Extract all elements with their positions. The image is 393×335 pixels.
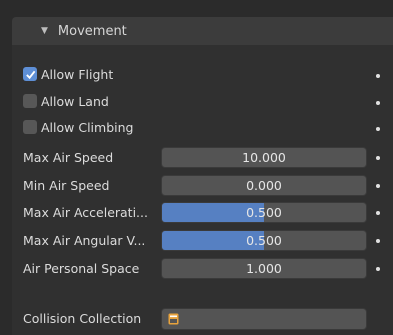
max-air-angular-velocity-slider[interactable]: 0.500 [161, 230, 367, 251]
field-value: 10.000 [242, 150, 286, 165]
field-value: 0.500 [246, 233, 282, 248]
min-air-speed-row: Min Air Speed 0.000 [12, 175, 393, 197]
collision-collection-field[interactable] [161, 308, 367, 330]
field-value: 0.500 [246, 205, 282, 220]
collision-collection-row: Collision Collection [12, 308, 393, 330]
max-air-acceleration-row: Max Air Accelerati... 0.500 [12, 202, 393, 224]
max-air-angular-velocity-label: Max Air Angular V... [23, 233, 146, 248]
max-air-speed-label: Max Air Speed [23, 150, 114, 165]
air-personal-space-field[interactable]: 1.000 [161, 258, 367, 279]
animate-property-dot-icon[interactable] [376, 101, 380, 105]
collection-icon [168, 313, 179, 325]
allow-land-label: Allow Land [41, 93, 109, 109]
movement-panel-body: Allow Flight Allow Land Allow Climbing M… [12, 45, 393, 335]
allow-land-checkbox[interactable] [23, 94, 37, 108]
allow-flight-checkbox[interactable] [23, 67, 37, 81]
animate-property-dot-icon[interactable] [376, 74, 380, 78]
field-value: 1.000 [246, 261, 282, 276]
max-air-speed-row: Max Air Speed 10.000 [12, 147, 393, 169]
animate-property-dot-icon[interactable] [376, 267, 380, 271]
allow-flight-row[interactable]: Allow Flight [12, 63, 393, 85]
animate-property-dot-icon[interactable] [376, 211, 380, 215]
animate-property-dot-icon[interactable] [376, 156, 380, 160]
max-air-acceleration-label: Max Air Accelerati... [23, 205, 148, 220]
collision-collection-label: Collision Collection [23, 311, 142, 326]
field-value: 0.000 [246, 178, 282, 193]
max-air-acceleration-slider[interactable]: 0.500 [161, 202, 367, 223]
animate-property-dot-icon[interactable] [376, 184, 380, 188]
allow-land-row[interactable]: Allow Land [12, 90, 393, 112]
min-air-speed-label: Min Air Speed [23, 178, 110, 193]
allow-climbing-label: Allow Climbing [41, 119, 134, 135]
panel-title: Movement [57, 23, 127, 39]
movement-panel-header[interactable]: ▼ Movement [12, 17, 393, 45]
animate-property-dot-icon[interactable] [376, 239, 380, 243]
collapse-triangle-icon[interactable]: ▼ [41, 26, 48, 36]
min-air-speed-field[interactable]: 0.000 [161, 175, 367, 196]
allow-climbing-checkbox[interactable] [23, 120, 37, 134]
animate-property-dot-icon[interactable] [376, 127, 380, 131]
max-air-angular-velocity-row: Max Air Angular V... 0.500 [12, 230, 393, 252]
allow-climbing-row[interactable]: Allow Climbing [12, 116, 393, 138]
max-air-speed-field[interactable]: 10.000 [161, 147, 367, 168]
air-personal-space-label: Air Personal Space [23, 261, 140, 276]
checkmark-icon [25, 70, 35, 79]
allow-flight-label: Allow Flight [41, 66, 114, 82]
air-personal-space-row: Air Personal Space 1.000 [12, 258, 393, 280]
